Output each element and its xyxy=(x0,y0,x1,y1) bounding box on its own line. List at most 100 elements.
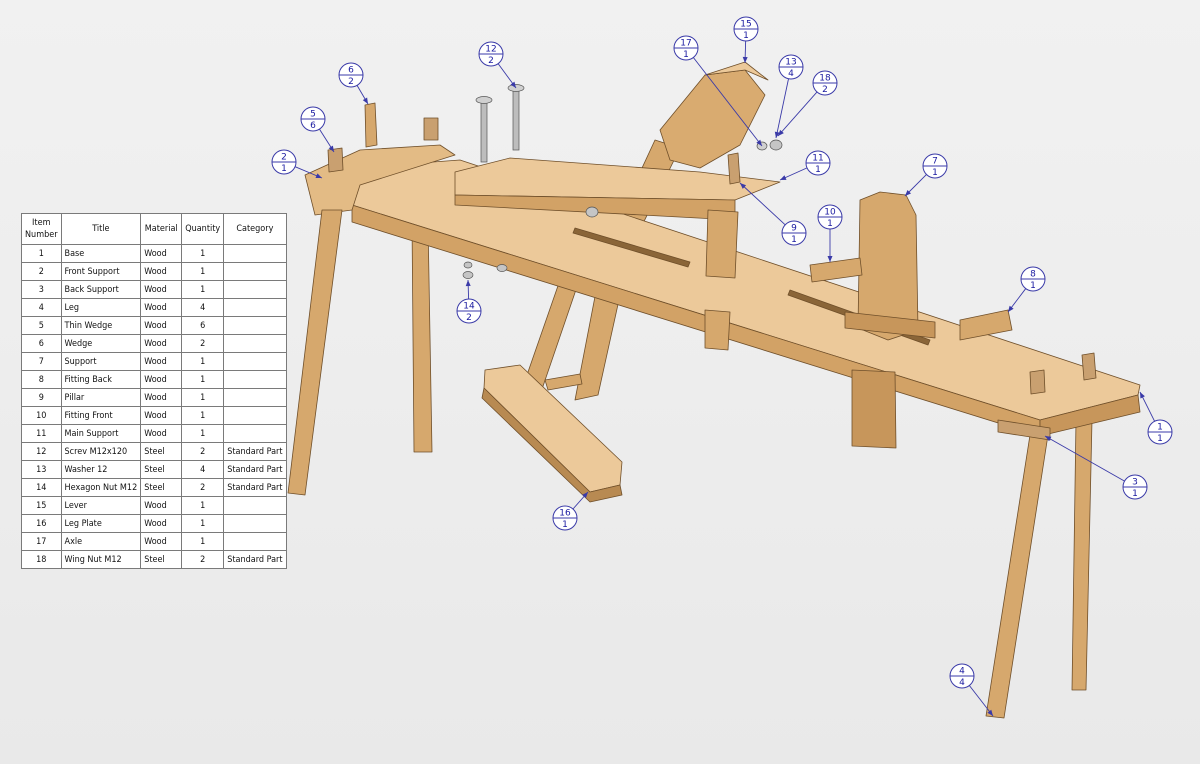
balloon-quantity: 2 xyxy=(348,77,354,87)
balloon-item-15: 151 xyxy=(733,16,759,42)
bom-cell-material: Steel xyxy=(140,442,183,461)
back-support xyxy=(851,369,897,449)
bom-row: 14 Hexagon Nut M12 Steel 2 Standard Part xyxy=(21,478,287,497)
balloon-item-number: 8 xyxy=(1030,270,1036,280)
balloon-quantity: 1 xyxy=(827,219,833,229)
bom-cell-title: Wedge xyxy=(60,334,142,353)
bom-cell-item-number: 4 xyxy=(21,298,62,317)
balloon-item-number: 18 xyxy=(819,74,831,84)
bom-cell-quantity: 1 xyxy=(181,424,225,443)
leg-back-left xyxy=(411,221,433,453)
bom-cell-title: Thin Wedge xyxy=(60,316,142,335)
leg-plate-stub xyxy=(544,373,583,391)
bom-cell-quantity: 1 xyxy=(181,406,225,425)
bom-header-category: Category xyxy=(223,213,287,245)
bom-cell-quantity: 1 xyxy=(181,532,225,551)
bom-cell-item-number: 7 xyxy=(21,352,62,371)
balloon-item-18: 182 xyxy=(812,70,838,96)
balloon-item-5: 56 xyxy=(300,106,326,132)
bom-cell-category xyxy=(223,496,287,515)
balloon-item-12: 122 xyxy=(478,41,504,67)
hex-nut-2 xyxy=(496,264,508,272)
bom-row: 17 Axle Wood 1 xyxy=(21,532,287,551)
bom-row: 3 Back Support Wood 1 xyxy=(21,280,287,299)
bom-cell-title: Wing Nut M12 xyxy=(60,550,142,569)
bom-cell-category xyxy=(223,352,287,371)
balloon-quantity: 2 xyxy=(466,313,472,323)
wedge-2 xyxy=(727,152,741,185)
balloon-quantity: 1 xyxy=(932,168,938,178)
bom-cell-material: Wood xyxy=(140,334,183,353)
balloon-item-10: 101 xyxy=(817,204,843,230)
bom-cell-quantity: 2 xyxy=(181,478,225,497)
bom-header-title: Title xyxy=(60,213,142,245)
balloon-item-number: 4 xyxy=(959,667,965,677)
bom-cell-title: Leg Plate xyxy=(60,514,142,533)
bom-cell-material: Wood xyxy=(140,262,183,281)
bom-cell-category xyxy=(223,514,287,533)
bom-cell-title: Front Support xyxy=(60,262,142,281)
balloon-item-number: 3 xyxy=(1132,478,1138,488)
bom-cell-quantity: 2 xyxy=(181,550,225,569)
bom-cell-category: Standard Part xyxy=(223,478,287,497)
bom-row: 13 Washer 12 Steel 4 Standard Part xyxy=(21,460,287,479)
bom-cell-item-number: 17 xyxy=(21,532,62,551)
bom-row: 7 Support Wood 1 xyxy=(21,352,287,371)
bom-cell-quantity: 1 xyxy=(181,514,225,533)
bom-row: 12 Screv M12x120 Steel 2 Standard Part xyxy=(21,442,287,461)
bom-header-label: Material xyxy=(144,224,178,234)
bom-cell-item-number: 8 xyxy=(21,370,62,389)
bom-cell-material: Wood xyxy=(140,424,183,443)
bom-cell-category xyxy=(223,424,287,443)
bom-cell-category xyxy=(223,316,287,335)
bom-header-quantity: Quantity xyxy=(181,213,225,245)
bom-cell-item-number: 2 xyxy=(21,262,62,281)
balloon-quantity: 1 xyxy=(562,520,568,530)
bom-row: 16 Leg Plate Wood 1 xyxy=(21,514,287,533)
bom-cell-material: Wood xyxy=(140,496,183,515)
bom-cell-title: Fitting Back xyxy=(60,370,142,389)
bom-cell-title: Lever xyxy=(60,496,142,515)
wing-nut-1 xyxy=(769,139,783,151)
bom-cell-item-number: 15 xyxy=(21,496,62,515)
bom-cell-category xyxy=(223,532,287,551)
bom-cell-category xyxy=(223,388,287,407)
bom-row: 6 Wedge Wood 2 xyxy=(21,334,287,353)
bom-cell-title: Hexagon Nut M12 xyxy=(60,478,142,497)
bom-cell-category xyxy=(223,406,287,425)
bom-header-row: Item Number Title Material Quantity Cate… xyxy=(21,213,287,245)
bom-cell-category: Standard Part xyxy=(223,460,287,479)
balloon-item-16: 161 xyxy=(552,505,578,531)
balloon-item-number: 14 xyxy=(463,302,475,312)
bom-cell-quantity: 1 xyxy=(181,262,225,281)
balloon-item-17: 171 xyxy=(673,35,699,61)
leader-line-18 xyxy=(777,91,818,137)
bom-cell-quantity: 1 xyxy=(181,370,225,389)
balloon-item-number: 15 xyxy=(740,20,751,30)
bom-cell-item-number: 11 xyxy=(21,424,62,443)
balloon-item-8: 81 xyxy=(1020,266,1046,292)
bom-cell-item-number: 14 xyxy=(21,478,62,497)
hex-nut-1 xyxy=(462,271,474,279)
bom-cell-quantity: 4 xyxy=(181,460,225,479)
bom-cell-item-number: 16 xyxy=(21,514,62,533)
bom-row: 18 Wing Nut M12 Steel 2 Standard Part xyxy=(21,550,287,569)
bom-cell-material: Wood xyxy=(140,316,183,335)
bom-cell-item-number: 18 xyxy=(21,550,62,569)
balloon-item-13: 134 xyxy=(778,54,804,80)
leader-line-13 xyxy=(775,78,789,139)
balloon-quantity: 4 xyxy=(788,69,794,79)
balloon-quantity: 1 xyxy=(791,235,797,245)
bom-row: 11 Main Support Wood 1 xyxy=(21,424,287,443)
balloon-item-number: 11 xyxy=(812,154,823,164)
hex-nut-3 xyxy=(463,261,473,269)
balloon-quantity: 1 xyxy=(281,164,287,174)
leader-arrow-14 xyxy=(465,280,471,287)
bom-cell-item-number: 1 xyxy=(21,244,62,263)
bom-header-label: Title xyxy=(92,224,110,234)
balloon-quantity: 4 xyxy=(959,678,965,688)
balloon-item-number: 17 xyxy=(680,39,691,49)
leg-center xyxy=(704,309,731,351)
bom-cell-quantity: 4 xyxy=(181,298,225,317)
bom-cell-title: Fitting Front xyxy=(60,406,142,425)
